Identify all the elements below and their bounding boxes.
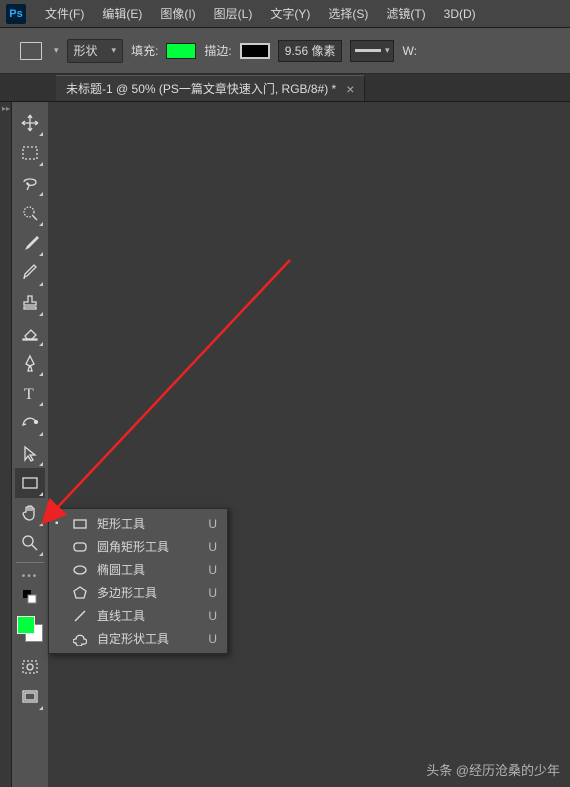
- stroke-label: 描边:: [204, 42, 231, 59]
- solid-line-icon: [355, 49, 380, 52]
- eraser-tool[interactable]: [15, 318, 45, 348]
- flyout-shortcut: U: [208, 586, 217, 600]
- menu-file[interactable]: 文件(F): [36, 5, 93, 22]
- fill-label: 填充:: [131, 42, 158, 59]
- hand-tool[interactable]: [15, 498, 45, 528]
- flyout-custom-shape[interactable]: 自定形状工具 U: [49, 627, 227, 650]
- chevron-down-icon[interactable]: ▾: [54, 45, 59, 56]
- flyout-rounded-rectangle[interactable]: 圆角矩形工具 U: [49, 535, 227, 558]
- flyout-shortcut: U: [208, 609, 217, 623]
- dock-collapse-strip[interactable]: ▸▸: [0, 102, 12, 787]
- pen-tool[interactable]: [15, 348, 45, 378]
- menu-edit[interactable]: 编辑(E): [93, 5, 151, 22]
- stroke-style-dropdown[interactable]: ▾: [350, 40, 394, 62]
- stroke-width-input[interactable]: 9.56 像素: [278, 40, 343, 62]
- screenmode-tool[interactable]: [15, 682, 45, 712]
- options-bar: ▾ 形状 ▾ 填充: 描边: 9.56 像素 ▾ W:: [0, 28, 570, 74]
- menu-layer[interactable]: 图层(L): [205, 5, 262, 22]
- tool-mode-dropdown[interactable]: 形状 ▾: [67, 39, 124, 63]
- zoom-tool[interactable]: [15, 528, 45, 558]
- rectangle-icon: [71, 517, 89, 531]
- color-picker[interactable]: [15, 614, 45, 644]
- type-tool[interactable]: T: [15, 378, 45, 408]
- current-tool-icon[interactable]: [20, 42, 42, 60]
- flyout-shortcut: U: [208, 632, 217, 646]
- close-icon[interactable]: ×: [346, 81, 354, 97]
- custom-shape-icon: [71, 632, 89, 646]
- move-tool[interactable]: [15, 108, 45, 138]
- menu-select[interactable]: 选择(S): [319, 5, 377, 22]
- foreground-color[interactable]: [17, 616, 35, 634]
- line-icon: [71, 609, 89, 623]
- menu-3d[interactable]: 3D(D): [435, 7, 485, 21]
- marquee-tool[interactable]: [15, 138, 45, 168]
- fill-swatch[interactable]: [166, 43, 196, 59]
- workspace: ▸▸: [0, 102, 570, 787]
- tool-panel: T •••: [12, 102, 48, 787]
- stamp-tool[interactable]: [15, 288, 45, 318]
- stroke-width-value: 9.56 像素: [285, 42, 336, 59]
- flyout-label: 自定形状工具: [97, 630, 200, 647]
- flyout-label: 椭圆工具: [97, 561, 200, 578]
- document-tab-bar: 未标题-1 @ 50% (PS一篇文章快速入门, RGB/8#) * ×: [0, 74, 570, 102]
- default-colors-icon[interactable]: [15, 582, 45, 612]
- brush-tool[interactable]: [15, 258, 45, 288]
- collapse-icon: ▸▸: [0, 102, 11, 115]
- menu-type[interactable]: 文字(Y): [261, 5, 319, 22]
- quickmask-tool[interactable]: [15, 652, 45, 682]
- flyout-shortcut: U: [208, 517, 217, 531]
- path-select-tool[interactable]: [15, 408, 45, 438]
- polygon-icon: [71, 586, 89, 600]
- chevron-down-icon: ▾: [112, 45, 117, 56]
- flyout-rectangle[interactable]: ▪ 矩形工具 U: [49, 512, 227, 535]
- flyout-label: 矩形工具: [97, 515, 200, 532]
- flyout-line[interactable]: 直线工具 U: [49, 604, 227, 627]
- watermark-text: 头条 @经历沧桑的少年: [426, 760, 560, 779]
- menu-image[interactable]: 图像(I): [151, 5, 204, 22]
- tool-mode-label: 形状: [74, 42, 98, 59]
- selected-mark-icon: ▪: [55, 518, 63, 529]
- document-title: 未标题-1 @ 50% (PS一篇文章快速入门, RGB/8#) *: [66, 80, 336, 97]
- width-label: W:: [402, 44, 416, 58]
- flyout-shortcut: U: [208, 563, 217, 577]
- lasso-tool[interactable]: [15, 168, 45, 198]
- rounded-rect-icon: [71, 540, 89, 554]
- flyout-shortcut: U: [208, 540, 217, 554]
- ellipse-icon: [71, 563, 89, 577]
- chevron-down-icon: ▾: [385, 45, 390, 56]
- stroke-swatch[interactable]: [240, 43, 270, 59]
- document-tab[interactable]: 未标题-1 @ 50% (PS一篇文章快速入门, RGB/8#) * ×: [56, 75, 365, 101]
- shape-tool[interactable]: [15, 468, 45, 498]
- menu-filter[interactable]: 滤镜(T): [377, 5, 434, 22]
- app-logo: Ps: [6, 4, 26, 24]
- flyout-label: 圆角矩形工具: [97, 538, 200, 555]
- svg-text:T: T: [24, 386, 34, 402]
- flyout-label: 直线工具: [97, 607, 200, 624]
- flyout-polygon[interactable]: 多边形工具 U: [49, 581, 227, 604]
- quick-select-tool[interactable]: [15, 198, 45, 228]
- eyedropper-tool[interactable]: [15, 228, 45, 258]
- tool-divider: [16, 562, 44, 563]
- more-tools-icon[interactable]: •••: [22, 571, 39, 582]
- canvas-area[interactable]: [48, 102, 570, 787]
- direct-select-tool[interactable]: [15, 438, 45, 468]
- flyout-ellipse[interactable]: 椭圆工具 U: [49, 558, 227, 581]
- shape-tool-flyout: ▪ 矩形工具 U 圆角矩形工具 U 椭圆工具 U 多边形工具 U 直线工具 U …: [48, 508, 228, 654]
- flyout-label: 多边形工具: [97, 584, 200, 601]
- menu-bar: Ps 文件(F) 编辑(E) 图像(I) 图层(L) 文字(Y) 选择(S) 滤…: [0, 0, 570, 28]
